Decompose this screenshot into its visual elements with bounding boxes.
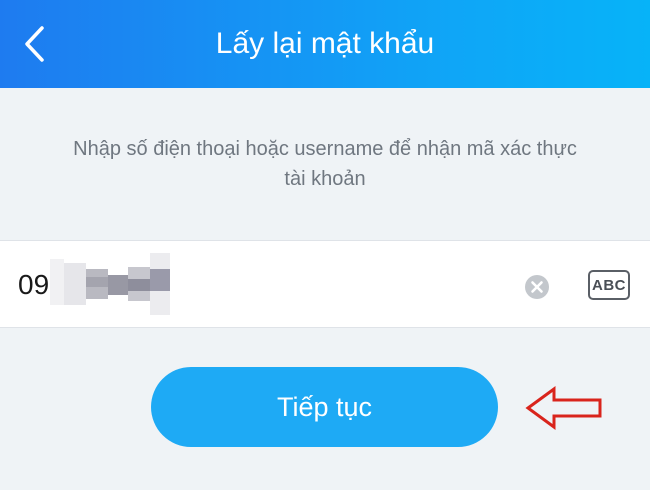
keyboard-toggle-button[interactable]: ABC xyxy=(588,270,630,300)
phone-input-row xyxy=(0,240,650,328)
clear-input-icon[interactable] xyxy=(524,274,550,300)
phone-username-input[interactable] xyxy=(18,259,498,311)
instruction-text: Nhập số điện thoại hoặc username để nhận… xyxy=(30,134,620,194)
page-title: Lấy lại mật khẩu xyxy=(215,27,435,60)
instruction-line-2: tài khoản xyxy=(284,168,366,190)
red-arrow-annotation-icon xyxy=(525,386,602,430)
instruction-line-1: Nhập số điện thoại hoặc username để nhận… xyxy=(73,138,577,160)
header-bar: Lấy lại mật khẩu xyxy=(0,0,650,88)
forgot-password-screen: Lấy lại mật khẩu Nhập số điện thoại hoặc… xyxy=(0,0,650,490)
continue-button[interactable]: Tiếp tục xyxy=(151,367,498,447)
